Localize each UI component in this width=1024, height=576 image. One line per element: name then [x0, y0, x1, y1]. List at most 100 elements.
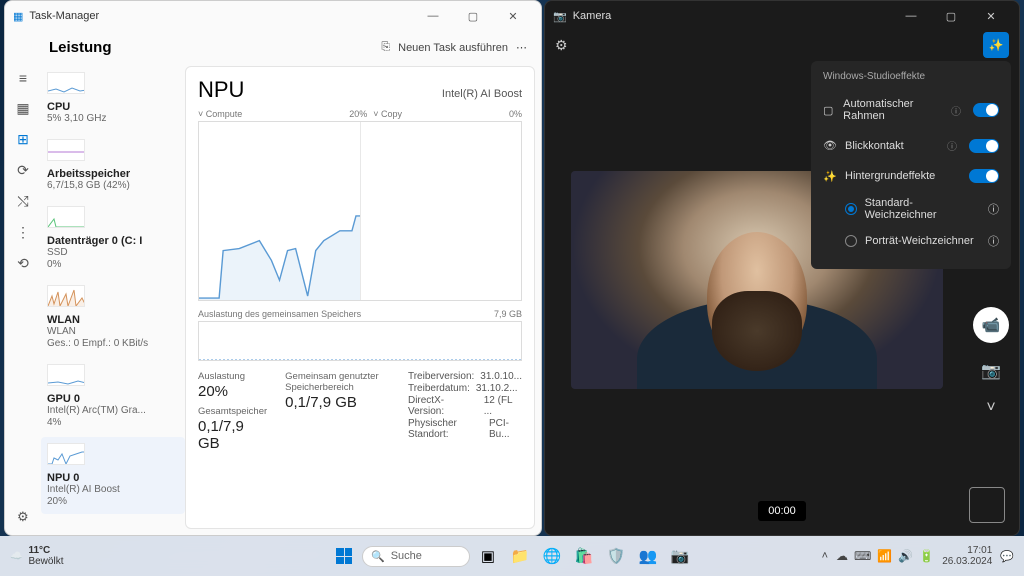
- stat-shared-value: 0,1/7,9 GB: [285, 394, 390, 411]
- rail-processes-icon[interactable]: ▦: [16, 100, 29, 117]
- stat-shared-label: Gemeinsam genutzter Speicherbereich: [285, 371, 390, 393]
- row-bg-effects: ✨ Hintergrundeffekte: [823, 161, 999, 191]
- chevron-down-icon[interactable]: ˅: [986, 399, 995, 417]
- camera-taskbar-icon[interactable]: 📷: [666, 542, 694, 570]
- explorer-icon[interactable]: 📁: [506, 542, 534, 570]
- weather-widget[interactable]: ☁️ 11°C Bewölkt: [10, 545, 63, 567]
- drv-date-val: 31.10.2...: [476, 383, 518, 394]
- info-icon[interactable]: ⓘ: [947, 138, 957, 153]
- search-icon: 🔍: [371, 550, 385, 563]
- stat-total-value: 0,1/7,9 GB: [198, 418, 267, 452]
- cam-close-button[interactable]: ✕: [971, 10, 1011, 23]
- info-icon[interactable]: ⓘ: [988, 233, 999, 249]
- clock[interactable]: 17:01 26.03.2024: [942, 545, 992, 568]
- recording-timer: 00:00: [758, 501, 806, 521]
- tm-app-icon: ▦: [13, 10, 23, 23]
- rail-services-icon[interactable]: ⟲: [17, 255, 29, 272]
- weather-temp: 11°C: [28, 545, 63, 556]
- dx-val: 12 (FL ...: [484, 395, 522, 417]
- gallery-thumbnail[interactable]: [969, 487, 1005, 523]
- sidebar-item-memory[interactable]: Arbeitsspeicher6,7/15,8 GB (42%): [41, 133, 185, 198]
- sparkle-icon: ✨: [823, 170, 837, 183]
- eye-icon: 👁: [823, 139, 837, 152]
- compute-dropdown[interactable]: ˅ Compute: [198, 109, 242, 119]
- stat-total-label: Gesamtspeicher: [198, 406, 267, 417]
- task-manager-window: ▦ Task-Manager — ▢ ✕ Leistung ⎘ Neuen Ta…: [4, 0, 542, 536]
- mem-label: Auslastung des gemeinsamen Speichers: [198, 309, 361, 319]
- more-button[interactable]: ⋯: [516, 41, 527, 54]
- mem-chart: [198, 321, 522, 361]
- cam-settings-icon[interactable]: ⚙: [555, 37, 568, 54]
- clock-date: 26.03.2024: [942, 556, 992, 568]
- dx-lbl: DirectX-Version:: [408, 395, 478, 417]
- sidebar-item-npu[interactable]: NPU 0Intel(R) AI Boost 20%: [41, 437, 185, 514]
- video-mode-button[interactable]: 📹: [973, 307, 1009, 343]
- weather-cond: Bewölkt: [28, 556, 63, 567]
- onedrive-icon[interactable]: ☁: [836, 549, 848, 563]
- maximize-button[interactable]: ▢: [453, 10, 493, 23]
- stat-util-value: 20%: [198, 383, 267, 400]
- store-icon[interactable]: 🛍️: [570, 542, 598, 570]
- teams-icon[interactable]: 👥: [634, 542, 662, 570]
- close-button[interactable]: ✕: [493, 10, 533, 23]
- row-eye-contact: 👁 Blickkontakt ⓘ: [823, 130, 999, 161]
- settings-icon[interactable]: ⚙: [17, 509, 29, 525]
- sidebar-item-wlan[interactable]: WLANWLAN Ges.: 0 Empf.: 0 KBit/s: [41, 279, 185, 356]
- clock-time: 17:01: [942, 545, 992, 557]
- wifi-icon[interactable]: 📶: [877, 549, 892, 563]
- compute-chart: [198, 121, 522, 301]
- new-task-button[interactable]: Neuen Task ausführen: [398, 42, 508, 54]
- camera-window: 📷 Kamera — ▢ ✕ ⚙ ✨ Windows-Studioeffekte…: [544, 0, 1020, 536]
- taskbar: ☁️ 11°C Bewölkt 🔍 Suche ▣ 📁 🌐 🛍️ 🛡️ 👥 📷 ˄…: [0, 536, 1024, 576]
- loc-val: PCI-Bu...: [489, 418, 522, 440]
- standard-blur-label: Standard-Weichzeichner: [865, 197, 980, 221]
- bg-effects-toggle[interactable]: [969, 169, 999, 183]
- drv-ver-val: 31.0.10...: [480, 371, 522, 382]
- copy-dropdown[interactable]: ˅ Copy: [373, 109, 402, 119]
- eye-contact-toggle[interactable]: [969, 139, 999, 153]
- perf-sidebar: CPU5% 3,10 GHz Arbeitsspeicher6,7/15,8 G…: [41, 66, 185, 535]
- photo-mode-button[interactable]: 📷: [981, 361, 1001, 381]
- eye-contact-label: Blickkontakt: [845, 140, 904, 152]
- battery-icon[interactable]: 🔋: [919, 549, 934, 563]
- rail-startup-icon[interactable]: ⤭: [17, 193, 28, 210]
- page-title: Leistung: [49, 39, 112, 56]
- cam-maximize-button[interactable]: ▢: [931, 10, 971, 23]
- mcafee-icon[interactable]: 🛡️: [602, 542, 630, 570]
- search-placeholder: Suche: [391, 550, 422, 562]
- search-box[interactable]: 🔍 Suche: [362, 546, 470, 567]
- auto-frame-label: Automatischer Rahmen: [843, 98, 943, 122]
- auto-frame-toggle[interactable]: [973, 103, 999, 117]
- tm-title: Task-Manager: [29, 10, 99, 22]
- cam-minimize-button[interactable]: —: [891, 10, 931, 23]
- rail-menu-icon[interactable]: ≡: [19, 70, 27, 86]
- taskview-icon[interactable]: ▣: [474, 542, 502, 570]
- radio-standard-blur[interactable]: Standard-Weichzeichner ⓘ: [823, 191, 999, 227]
- start-button[interactable]: [330, 542, 358, 570]
- minimize-button[interactable]: —: [413, 10, 453, 23]
- chevron-up-icon[interactable]: ˄: [822, 550, 828, 562]
- sidebar-item-disk[interactable]: Datenträger 0 (C: ISSD 0%: [41, 200, 185, 277]
- cam-titlebar: 📷 Kamera — ▢ ✕: [545, 1, 1019, 31]
- keyboard-icon[interactable]: ⌨: [854, 549, 871, 563]
- bg-effects-label: Hintergrundeffekte: [845, 170, 935, 182]
- sidebar-item-cpu[interactable]: CPU5% 3,10 GHz: [41, 66, 185, 131]
- drv-ver-lbl: Treiberversion:: [408, 371, 474, 382]
- studio-effects-button[interactable]: ✨: [983, 32, 1009, 58]
- edge-icon[interactable]: 🌐: [538, 542, 566, 570]
- row-auto-frame: ▢ Automatischer Rahmen ⓘ: [823, 90, 999, 130]
- nav-rail: ≡ ▦ ⊞ ⟳ ⤭ ⋮ ⟲: [5, 66, 41, 535]
- weather-icon: ☁️: [10, 551, 22, 562]
- rail-performance-icon[interactable]: ⊞: [17, 131, 29, 148]
- sidebar-item-gpu[interactable]: GPU 0Intel(R) Arc(TM) Gra... 4%: [41, 358, 185, 435]
- info-icon[interactable]: ⓘ: [988, 201, 999, 217]
- system-tray[interactable]: ☁ ⌨ 📶 🔊 🔋: [836, 549, 934, 563]
- radio-portrait-blur[interactable]: Porträt-Weichzeichner ⓘ: [823, 227, 999, 255]
- portrait-blur-label: Porträt-Weichzeichner: [865, 235, 974, 247]
- rail-history-icon[interactable]: ⟳: [17, 162, 29, 179]
- info-icon[interactable]: ⓘ: [951, 103, 961, 118]
- rail-details-icon[interactable]: ⋮: [16, 224, 30, 241]
- notifications-icon[interactable]: 💬: [1000, 550, 1014, 563]
- volume-icon[interactable]: 🔊: [898, 549, 913, 563]
- new-task-icon[interactable]: ⎘: [381, 41, 390, 54]
